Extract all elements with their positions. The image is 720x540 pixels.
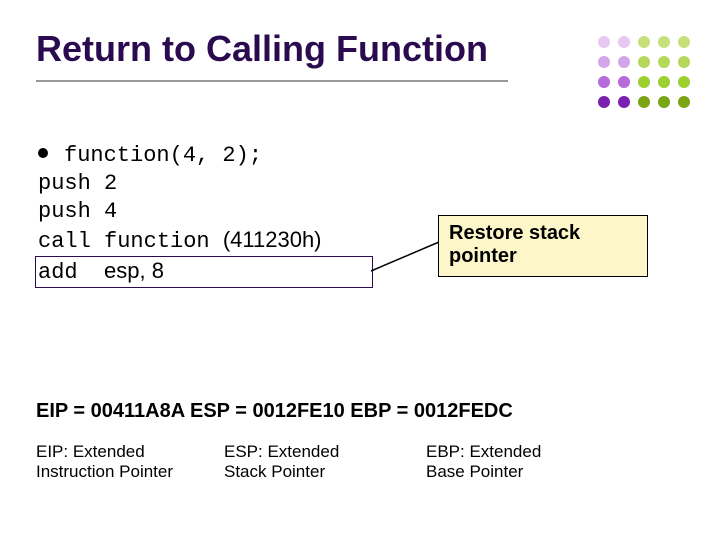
- slide-title: Return to Calling Function: [36, 28, 488, 70]
- def-esp: ESP: Extended Stack Pointer: [224, 442, 394, 481]
- def-eip: EIP: Extended Instruction Pointer: [36, 442, 206, 481]
- callout-line-1: Restore stack: [449, 222, 637, 245]
- code-line-4: call function (411230h): [38, 226, 322, 256]
- callout-line-2: pointer: [449, 245, 637, 268]
- def-esp-l2: Stack Pointer: [224, 462, 394, 482]
- callout-box: Restore stack pointer: [438, 215, 648, 277]
- code-block: function(4, 2); push 2 push 4 call funct…: [38, 140, 322, 287]
- register-definitions: EIP: Extended Instruction Pointer ESP: E…: [36, 442, 676, 481]
- decorative-dot-grid: [598, 36, 692, 110]
- def-esp-l1: ESP: Extended: [224, 442, 394, 462]
- def-ebp-l1: EBP: Extended: [426, 442, 616, 462]
- bullet-icon: [38, 148, 48, 158]
- def-eip-l2: Instruction Pointer: [36, 462, 206, 482]
- code-line-1: function(4, 2);: [38, 140, 322, 170]
- code-line-5: add esp, 8: [38, 257, 322, 287]
- callout-connector: [371, 240, 441, 274]
- def-eip-l1: EIP: Extended: [36, 442, 206, 462]
- registers-line: EIP = 00411A8A ESP = 0012FE10 EBP = 0012…: [36, 400, 513, 423]
- def-ebp-l2: Base Pointer: [426, 462, 616, 482]
- code-line-3: push 4: [38, 198, 322, 226]
- code-line-2: push 2: [38, 170, 322, 198]
- def-ebp: EBP: Extended Base Pointer: [426, 442, 616, 481]
- slide: Return to Calling Function function(4, 2…: [0, 0, 720, 540]
- title-underline: [36, 80, 508, 82]
